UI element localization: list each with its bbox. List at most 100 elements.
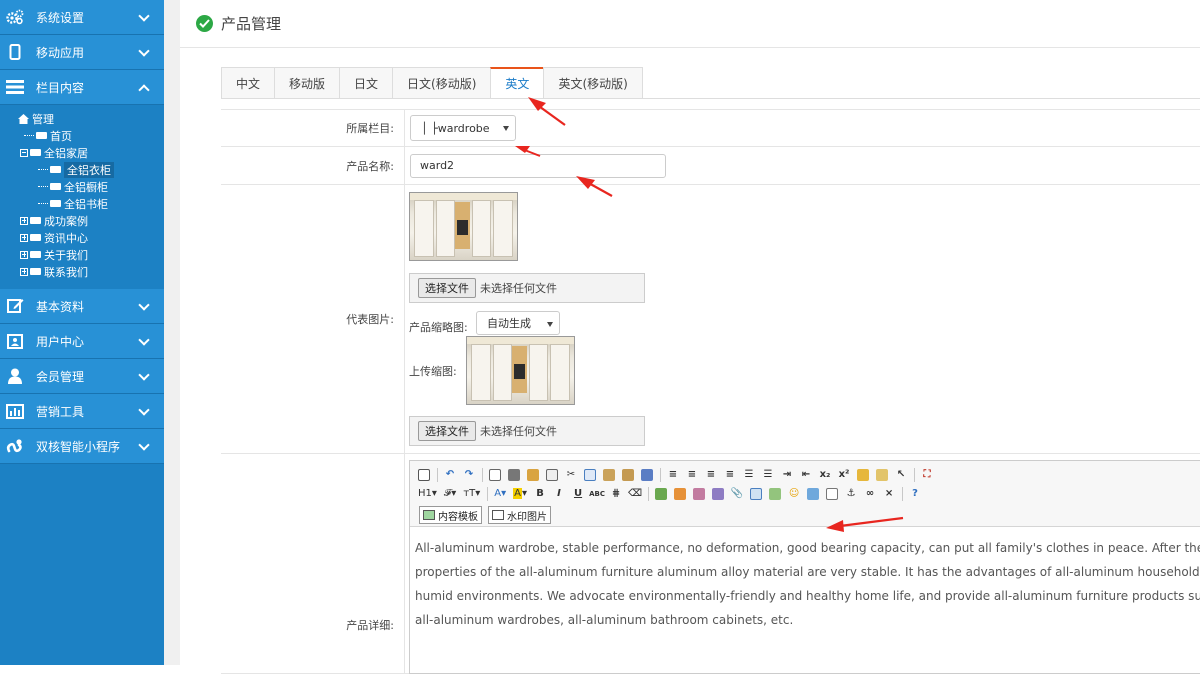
redo-icon[interactable]: ↷ [461,467,477,483]
tab-japanese[interactable]: 日文 [339,67,393,99]
font-size-icon[interactable]: тT▾ [461,486,482,502]
line-height-icon[interactable]: ⋕ [608,486,624,502]
product-name-input[interactable] [410,153,666,178]
nav-member-management[interactable]: 会员管理 [0,359,164,394]
paste-word-icon[interactable] [639,467,655,483]
tree-item-home[interactable]: 首页 [0,127,164,144]
indent-icon[interactable]: ⇥ [779,467,795,483]
source-icon[interactable] [416,467,432,483]
expand-icon[interactable] [20,216,28,225]
template-icon[interactable] [525,467,541,483]
copy-icon[interactable] [582,467,598,483]
align-justify-icon[interactable]: ≡ [722,467,738,483]
align-right-icon[interactable]: ≡ [703,467,719,483]
tree-item-manage[interactable]: 管理 [0,110,164,127]
detail-field: ↶ ↷ ✂ ≡ ≡ ≡ ≡ ☰ ☰ ⇥ ⇤ x₂ x² ↖ ⛶ H1 ▾ 𝓕▾ … [405,454,1200,674]
tab-mobile[interactable]: 移动版 [274,67,340,99]
link-icon[interactable]: ∞ [862,486,878,502]
chevron-down-icon [138,10,150,22]
subscript-icon[interactable]: x₂ [817,467,833,483]
editor-content[interactable]: All-aluminum wardrobe, stable performanc… [410,527,1200,641]
unlink-icon[interactable]: ⨯ [881,486,897,502]
tree-item-wardrobe[interactable]: 全铝衣柜 [0,161,164,178]
content-template-button[interactable]: 内容模板 [419,506,482,524]
underline-icon[interactable]: U [570,486,586,502]
image-icon[interactable] [653,486,669,502]
tab-chinese[interactable]: 中文 [221,67,275,99]
attachment-icon[interactable]: 📎 [729,486,745,502]
map-icon[interactable] [805,486,821,502]
undo-icon[interactable]: ↶ [442,467,458,483]
tree-item-bookcase[interactable]: 全铝书柜 [0,195,164,212]
anchor-icon[interactable]: ⚓ [843,486,859,502]
media-icon[interactable] [710,486,726,502]
nav-mini-program[interactable]: 双核智能小程序 [0,429,164,464]
font-family-icon[interactable]: 𝓕▾ [442,486,458,502]
print-icon[interactable] [506,467,522,483]
tab-english[interactable]: 英文 [490,67,544,99]
pagebreak-icon[interactable] [824,486,840,502]
flash-icon[interactable] [691,486,707,502]
hr-icon[interactable] [767,486,783,502]
preview-icon[interactable] [487,467,503,483]
fullscreen-icon[interactable]: ⛶ [919,467,935,483]
collapse-icon[interactable] [20,148,28,157]
clear-format-icon[interactable] [855,467,871,483]
select-all-icon[interactable] [874,467,890,483]
folder-icon [36,132,47,139]
tab-english-mobile[interactable]: 英文(移动版) [543,67,643,99]
highlight-icon[interactable]: A ▾ [511,486,529,502]
ordered-list-icon[interactable]: ☰ [741,467,757,483]
thumbnail-image [466,336,575,405]
nav-user-center[interactable]: 用户中心 [0,324,164,359]
tree-item-cases[interactable]: 成功案例 [0,212,164,229]
choose-file-button[interactable]: 选择文件 [418,278,476,298]
expand-icon[interactable] [20,267,28,276]
expand-icon[interactable] [20,233,28,242]
italic-icon[interactable]: I [551,486,567,502]
thumb-select[interactable]: 自动生成 [476,311,560,335]
cut-icon[interactable]: ✂ [563,467,579,483]
tree-line [24,135,34,136]
help-icon[interactable]: ? [907,486,923,502]
nav-column-content[interactable]: 栏目内容 [0,70,164,105]
align-left-icon[interactable]: ≡ [665,467,681,483]
content-gutter [164,0,180,665]
chevron-down-icon [138,334,150,346]
image-file-box: 选择文件 未选择任何文件 [409,273,645,303]
unordered-list-icon[interactable]: ☰ [760,467,776,483]
nav-basic-info[interactable]: 基本资料 [0,289,164,324]
watermark-button[interactable]: 水印图片 [488,506,551,524]
cursor-icon[interactable]: ↖ [893,467,909,483]
remove-format-icon[interactable]: ⌫ [627,486,643,502]
tree-item-cabinet[interactable]: 全铝橱柜 [0,178,164,195]
choose-file-button[interactable]: 选择文件 [418,421,476,441]
bold-icon[interactable]: B [532,486,548,502]
chevron-down-icon [138,45,150,57]
outdent-icon[interactable]: ⇤ [798,467,814,483]
expand-icon[interactable] [20,250,28,259]
font-color-icon[interactable]: A▾ [492,486,508,502]
nav-marketing-tools[interactable]: 营销工具 [0,394,164,429]
multi-image-icon[interactable] [672,486,688,502]
strikethrough-icon[interactable]: ABC [589,486,605,502]
toolbar-row-1: ↶ ↷ ✂ ≡ ≡ ≡ ≡ ☰ ☰ ⇥ ⇤ x₂ x² ↖ ⛶ [416,465,1200,484]
paste-text-icon[interactable] [620,467,636,483]
paste-icon[interactable] [601,467,617,483]
code-icon[interactable] [544,467,560,483]
tree-item-about[interactable]: 关于我们 [0,246,164,263]
tab-japanese-mobile[interactable]: 日文(移动版) [392,67,491,99]
column-select[interactable]: │ ├wardrobe [410,115,516,141]
bar-chart-icon [6,402,24,420]
heading-dropdown[interactable]: H1 ▾ [416,486,439,502]
tree-item-aluminum-home[interactable]: 全铝家居 [0,144,164,161]
tree-item-contact[interactable]: 联系我们 [0,263,164,280]
emoticon-icon[interactable]: ☺ [786,486,802,502]
tree-item-news[interactable]: 资讯中心 [0,229,164,246]
table-icon[interactable] [748,486,764,502]
nav-mobile-apps[interactable]: 移动应用 [0,35,164,70]
name-label: 产品名称: [221,147,405,184]
superscript-icon[interactable]: x² [836,467,852,483]
nav-system-settings[interactable]: 系统设置 [0,0,164,35]
align-center-icon[interactable]: ≡ [684,467,700,483]
